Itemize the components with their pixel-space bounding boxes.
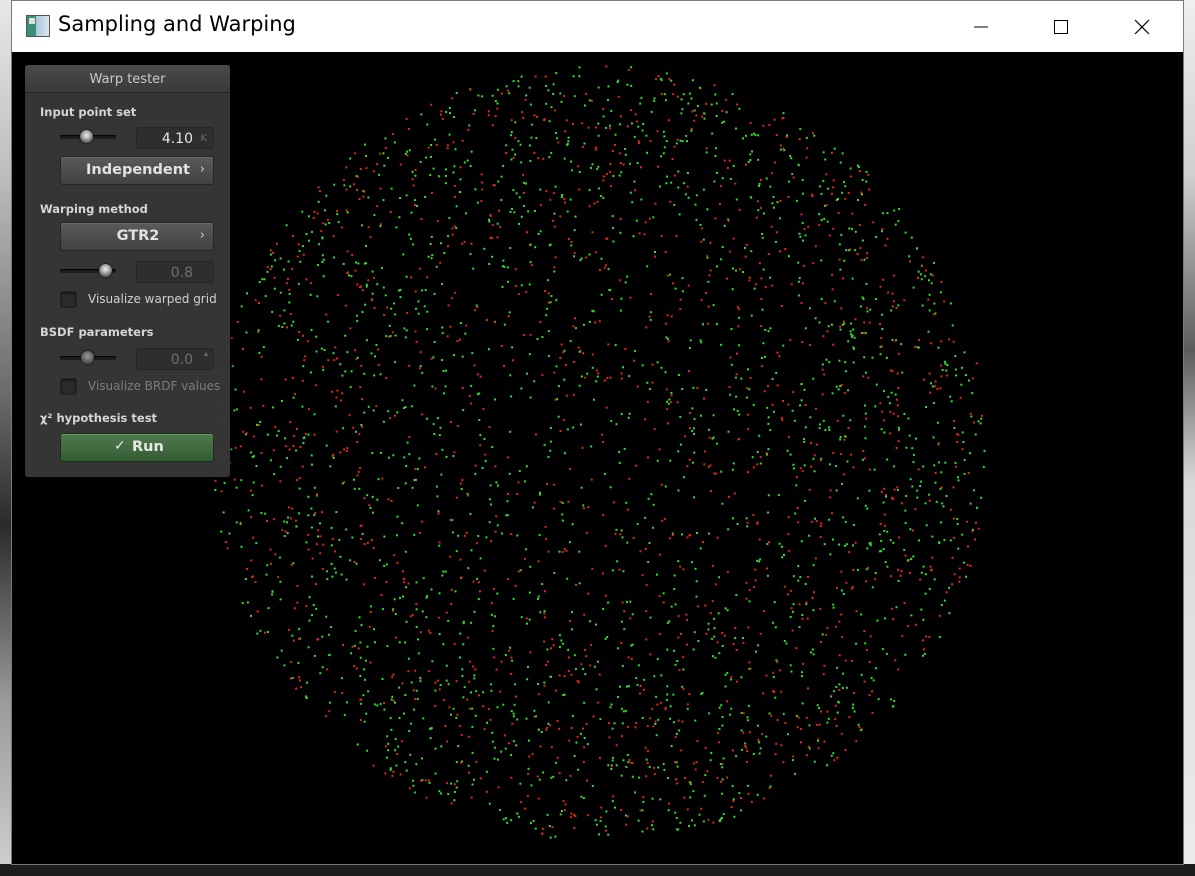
warp-parameter-field[interactable]: 0.8	[136, 261, 214, 283]
slider-knob[interactable]	[99, 264, 112, 277]
slider-knob[interactable]	[81, 351, 94, 364]
warp-tester-panel: Warp tester Input point set 4.10 K Indep…	[25, 65, 230, 477]
slider-knob[interactable]	[80, 130, 93, 143]
desktop-background-right	[1183, 0, 1195, 876]
point-count-slider[interactable]	[60, 130, 116, 144]
warp-parameter-slider[interactable]	[60, 264, 116, 278]
point-count-field[interactable]: 4.10 K	[136, 127, 214, 149]
bsdf-parameter-slider[interactable]	[60, 351, 116, 365]
warping-method-value: GTR2	[116, 228, 160, 244]
maximize-icon	[1054, 19, 1068, 34]
chevron-right-icon: ›	[199, 162, 205, 177]
visualize-brdf-checkbox[interactable]	[60, 378, 77, 395]
close-button[interactable]	[1102, 1, 1182, 52]
point-count-unit: K	[200, 133, 207, 144]
warping-method-dropdown[interactable]: GTR2 ›	[60, 222, 214, 251]
title-bar[interactable]: Sampling and Warping	[12, 1, 1183, 52]
visualize-grid-label: Visualize warped grid	[88, 292, 217, 306]
visualize-brdf-label: Visualize BRDF values	[88, 379, 221, 393]
check-icon: ✓	[114, 438, 126, 454]
maximize-button[interactable]	[1021, 1, 1101, 52]
close-icon	[1134, 19, 1150, 34]
visualize-grid-checkbox[interactable]	[60, 291, 77, 308]
window-title: Sampling and Warping	[58, 12, 296, 36]
render-canvas[interactable]: Warp tester Input point set 4.10 K Indep…	[12, 52, 1183, 864]
warping-method-label: Warping method	[40, 202, 148, 216]
desktop-background-bottom	[0, 864, 1195, 876]
bsdf-parameter-value: 0.0	[170, 352, 193, 368]
sampler-dropdown[interactable]: Independent ›	[60, 156, 214, 185]
app-icon	[26, 15, 50, 37]
point-count-value: 4.10	[161, 131, 193, 147]
run-label: Run	[132, 439, 164, 455]
chevron-right-icon: ›	[199, 228, 205, 243]
warp-parameter-value: 0.8	[170, 265, 193, 281]
spin-arrow-icon: ▴	[203, 349, 208, 358]
bsdf-parameters-label: BSDF parameters	[40, 325, 154, 339]
sampler-value: Independent	[86, 162, 190, 178]
run-button[interactable]: ✓ Run	[60, 433, 214, 462]
minimize-button[interactable]	[941, 1, 1021, 52]
bsdf-parameter-field[interactable]: 0.0 ▴	[136, 348, 214, 370]
hypothesis-test-label: χ² hypothesis test	[40, 411, 158, 425]
input-point-set-label: Input point set	[40, 105, 137, 119]
panel-title: Warp tester	[89, 72, 166, 87]
minimize-icon	[974, 26, 988, 27]
panel-header[interactable]: Warp tester	[25, 65, 230, 93]
app-window: Sampling and Warping Warp tester Input p…	[11, 0, 1184, 865]
